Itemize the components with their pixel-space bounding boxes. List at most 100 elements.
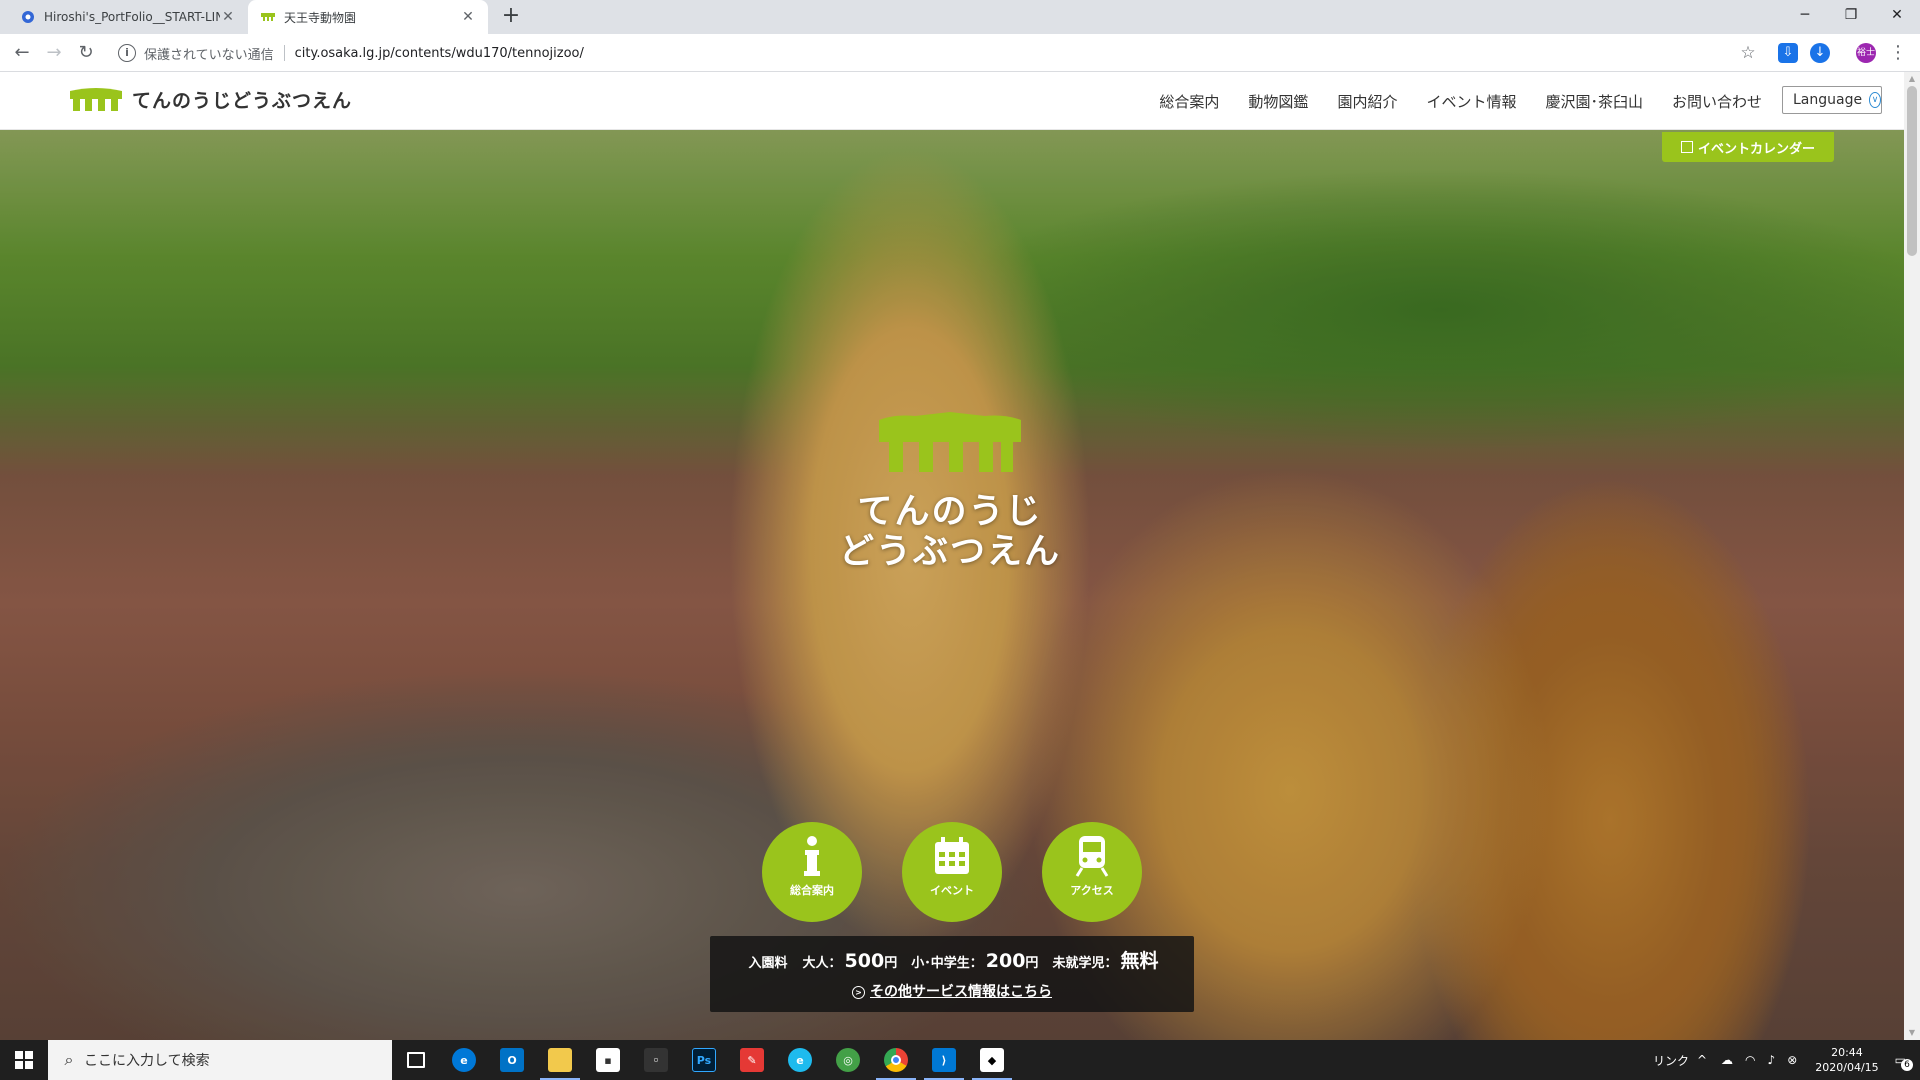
yen-unit: 円 [1025, 956, 1039, 971]
hero-title-line1: てんのうじ [857, 492, 1043, 532]
download-extension-icon[interactable]: ⇩ [1778, 43, 1798, 63]
chevron-up-icon[interactable]: ^ [1697, 1053, 1707, 1067]
tab-title: 天王寺動物園 [284, 10, 357, 25]
info-icon[interactable]: i [118, 44, 136, 62]
scrollbar-thumb[interactable] [1907, 86, 1917, 256]
vscode-icon[interactable]: ⟩ [920, 1040, 968, 1080]
cloud-icon[interactable]: ☁ [1721, 1053, 1733, 1067]
chevron-right-circle-icon: > [852, 986, 865, 999]
nav-contact[interactable]: お問い合わせ [1672, 91, 1762, 112]
close-window-icon[interactable]: ✕ [1874, 0, 1920, 30]
chevron-down-icon: ∨ [1869, 92, 1881, 108]
photoshop-icon[interactable]: Ps [680, 1040, 728, 1080]
edge-icon[interactable]: e [440, 1040, 488, 1080]
profile-avatar[interactable]: 裕士 [1856, 43, 1876, 63]
nav-animal-guide[interactable]: 動物図鑑 [1248, 91, 1308, 112]
quick-link-general-info[interactable]: 総合案内 [762, 822, 862, 922]
more-info-text: その他サービス情報はこちら [870, 984, 1052, 1000]
scroll-down-icon[interactable]: ▼ [1907, 1028, 1917, 1038]
restore-icon[interactable]: ❐ [1828, 0, 1874, 30]
divider [283, 45, 285, 61]
close-tab-icon[interactable]: ✕ [220, 9, 236, 25]
quick-link-label: アクセス [1070, 884, 1114, 897]
tray-links-label[interactable]: リンク [1653, 1052, 1689, 1069]
url-text[interactable]: city.osaka.lg.jp/contents/wdu170/tennoji… [295, 46, 584, 61]
close-tab-icon[interactable]: ✕ [460, 9, 476, 25]
app-icon[interactable]: ✎ [728, 1040, 776, 1080]
bookmark-star-icon[interactable]: ☆ [1736, 41, 1760, 65]
taskbar-search-box[interactable]: ⌕ ここに入力して検索 [48, 1040, 392, 1080]
new-tab-button[interactable]: + [498, 4, 524, 30]
app-icon[interactable]: ◦ [632, 1040, 680, 1080]
forward-icon[interactable]: → [42, 41, 66, 65]
adult-label: 大人： [802, 956, 842, 971]
nav-park-intro[interactable]: 園内紹介 [1337, 91, 1397, 112]
site-header: てんのうじどうぶつえん 総合案内 動物図鑑 園内紹介 イベント情報 慶沢園･茶臼… [0, 72, 1904, 130]
wifi-icon[interactable]: ◠ [1745, 1053, 1755, 1067]
windows-start-icon[interactable] [0, 1040, 48, 1080]
calendar-icon [1680, 141, 1693, 153]
file-explorer-icon[interactable] [536, 1040, 584, 1080]
nav-events[interactable]: イベント情報 [1426, 91, 1516, 112]
tab-strip: Hiroshi's_PortFolio__START-LINE ✕ 天王寺動物園… [0, 0, 1920, 34]
more-service-info-link[interactable]: > その他サービス情報はこちら [710, 981, 1194, 1001]
web-page: てんのうじどうぶつえん 総合案内 動物図鑑 園内紹介 イベント情報 慶沢園･茶臼… [0, 72, 1904, 1040]
hero-image-lions: イベントカレンダー てんのうじ どうぶつえん 総合案内 イベント アクセス 入園… [0, 130, 1904, 1040]
language-label: Language [1793, 92, 1863, 108]
infant-price: 無料 [1120, 950, 1159, 972]
app-icon[interactable]: ◎ [824, 1040, 872, 1080]
outlook-icon[interactable]: O [488, 1040, 536, 1080]
hero-logo: てんのうじ どうぶつえん [835, 408, 1065, 572]
site-logo[interactable]: てんのうじどうぶつえん [68, 86, 352, 113]
search-icon: ⌕ [64, 1050, 74, 1069]
quick-link-access[interactable]: アクセス [1042, 822, 1142, 922]
clock[interactable]: 20:44 2020/04/15 [1815, 1045, 1878, 1075]
date: 2020/04/15 [1815, 1061, 1879, 1074]
menu-kebab-icon[interactable]: ⋮ [1886, 41, 1910, 65]
nav-general-info[interactable]: 総合案内 [1159, 91, 1219, 112]
page-scrollbar[interactable]: ▲ ▼ [1904, 72, 1920, 1040]
info-icon [804, 836, 820, 876]
nav-keitakuen[interactable]: 慶沢園･茶臼山 [1545, 91, 1643, 112]
quick-link-label: 総合案内 [790, 884, 834, 897]
scroll-up-icon[interactable]: ▲ [1907, 74, 1917, 84]
back-icon[interactable]: ← [10, 41, 34, 65]
windows-taskbar: ⌕ ここに入力して検索 e O ▪ ◦ Ps ✎ e ◎ ⟩ ◆ リンク ^ ☁… [0, 1040, 1920, 1080]
reload-icon[interactable]: ↻ [74, 41, 98, 65]
zoo-emblem-icon [879, 412, 1021, 472]
address-bar[interactable]: i 保護されていない通信 city.osaka.lg.jp/contents/w… [108, 38, 1768, 68]
browser-toolbar: ← → ↻ i 保護されていない通信 city.osaka.lg.jp/cont… [0, 34, 1920, 72]
logo-text: てんのうじどうぶつえん [132, 90, 353, 112]
chrome-icon[interactable] [872, 1040, 920, 1080]
admission-fees: 入園料 大人： 500 円 小･中学生： 200 円 未就学児： 無料 [710, 946, 1194, 973]
calendar-icon [935, 837, 969, 874]
search-placeholder: ここに入力して検索 [84, 1053, 210, 1069]
admission-info-box: 入園料 大人： 500 円 小･中学生： 200 円 未就学児： 無料 > その他… [710, 936, 1194, 1012]
notification-icon[interactable]: ▭ 6 [1895, 1053, 1913, 1071]
security-label[interactable]: 保護されていない通信 [144, 44, 274, 63]
tab-portfolio[interactable]: Hiroshi's_PortFolio__START-LINE ✕ [8, 0, 248, 34]
language-button[interactable]: Language ∨ [1782, 86, 1882, 114]
tab-tennoji-zoo[interactable]: 天王寺動物園 ✕ [248, 0, 488, 34]
task-view-icon[interactable] [392, 1040, 440, 1080]
global-nav: 総合案内 動物図鑑 園内紹介 イベント情報 慶沢園･茶臼山 お問い合わせ [1130, 72, 1762, 130]
volume-icon[interactable]: ♪ [1768, 1053, 1776, 1067]
browser-chrome: Hiroshi's_PortFolio__START-LINE ✕ 天王寺動物園… [0, 0, 1920, 72]
tab-title: Hiroshi's_PortFolio__START-LINE [44, 10, 220, 24]
event-calendar-button[interactable]: イベントカレンダー [1662, 132, 1834, 162]
ime-icon[interactable]: ⊗ [1787, 1053, 1797, 1067]
quick-link-events[interactable]: イベント [902, 822, 1002, 922]
app-icon[interactable]: ▪ [584, 1040, 632, 1080]
zoo-favicon-icon [260, 9, 276, 25]
minimize-icon[interactable]: ─ [1782, 0, 1828, 30]
app-icon[interactable]: ◆ [968, 1040, 1016, 1080]
child-label: 小･中学生： [911, 956, 983, 971]
extension-icon[interactable]: ↓ [1810, 43, 1830, 63]
notification-count: 6 [1901, 1059, 1913, 1071]
internet-explorer-icon[interactable]: e [776, 1040, 824, 1080]
system-tray: リンク ^ ☁ ◠ ♪ ⊗ 20:44 2020/04/15 ▭ 6 [1653, 1040, 1920, 1080]
adult-price: 500 [844, 950, 885, 972]
yen-unit: 円 [884, 956, 898, 971]
globe-icon [20, 9, 36, 25]
quick-link-label: イベント [930, 884, 974, 897]
